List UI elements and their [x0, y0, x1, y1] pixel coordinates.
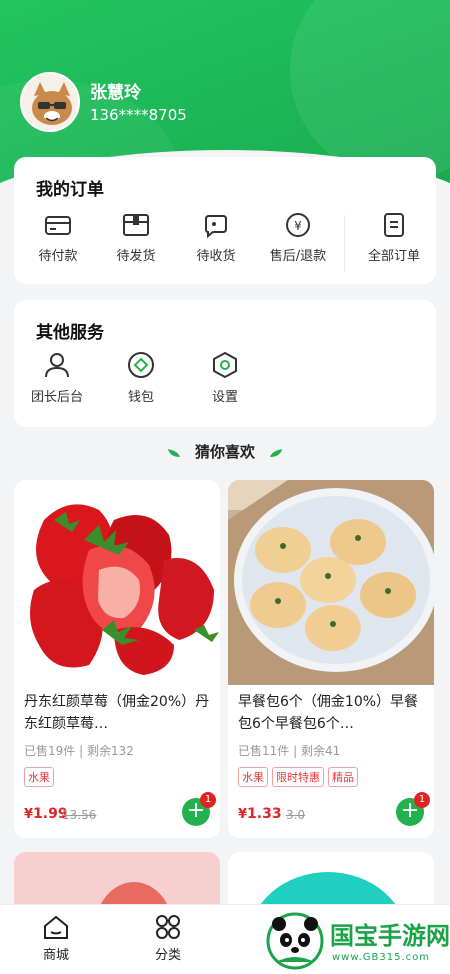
home-icon: [44, 915, 68, 939]
cart-count-badge: 1: [414, 792, 430, 808]
tab-category[interactable]: 分类: [128, 913, 208, 963]
product-tags: 水果: [24, 766, 58, 787]
panda-logo-icon: [266, 912, 324, 970]
order-pending-payment[interactable]: 待付款: [18, 211, 98, 264]
watermark-title: 国宝手游网: [330, 922, 450, 950]
order-item-label: 全部订单: [367, 249, 420, 264]
product-image-buns[interactable]: [228, 480, 434, 685]
box-icon: [123, 214, 149, 236]
order-pending-receipt[interactable]: 待收货: [176, 211, 256, 264]
refund-icon: ¥: [286, 213, 310, 237]
person-icon: [45, 353, 69, 378]
service-item-label: 团长后台: [30, 390, 83, 405]
product-sold-info: 已售19件 | 剩余132: [24, 744, 134, 758]
guess-section-title: 猜你喜欢: [0, 441, 450, 462]
user-phone: 136****8705: [90, 106, 187, 124]
product-tag: 精品: [328, 767, 358, 787]
watermark: 国宝手游网 www.GB315.com: [260, 908, 450, 974]
orders-title: 我的订单: [36, 180, 104, 200]
currency-symbol: ¥: [24, 807, 34, 822]
cart-count-badge: 1: [200, 792, 216, 808]
order-item-label: 待收货: [196, 249, 236, 264]
order-item-label: 待发货: [116, 249, 156, 264]
product-tag: 水果: [24, 767, 54, 787]
wallet-icon: [128, 352, 154, 378]
currency-symbol: ¥: [238, 807, 248, 822]
product-card[interactable]: 丹东红颜草莓（佣金20%）丹东红颜草莓… 已售19件 | 剩余132 水果 ¥1…: [14, 480, 220, 838]
orders-card: 我的订单 待付款 待发货 待收货 ¥ 售后/退款 全部订单: [14, 157, 436, 284]
order-item-label: 待付款: [38, 249, 78, 264]
list-icon: [384, 213, 404, 237]
product-tag: 限时特惠: [272, 767, 324, 787]
tab-mall[interactable]: 商城: [16, 913, 96, 963]
price-value: 1.33: [247, 806, 282, 822]
header-decoration: [290, 0, 450, 180]
services-card: 其他服务 团长后台 钱包 设置: [14, 300, 436, 427]
card-icon: [45, 216, 71, 235]
truck-icon: [205, 215, 227, 239]
product-name: 早餐包6个（佣金10%）早餐包6个早餐包6个…: [238, 694, 419, 732]
watermark-url: www.GB315.com: [332, 952, 431, 963]
services-title: 其他服务: [36, 323, 104, 343]
user-name: 张慧玲: [90, 83, 141, 103]
tab-label: 商城: [42, 948, 69, 963]
product-original-price: 13.56: [62, 808, 97, 822]
product-tags: 水果 限时特惠 精品: [238, 766, 362, 787]
avatar[interactable]: [20, 72, 80, 132]
service-item-label: 设置: [211, 390, 238, 405]
leaf-icon: [167, 448, 180, 457]
service-leader-backend[interactable]: 团长后台: [22, 350, 92, 405]
product-card[interactable]: 早餐包6个（佣金10%）早餐包6个早餐包6个… 已售11件 | 剩余41 水果限…: [228, 480, 434, 838]
settings-icon: [213, 351, 237, 379]
product-price: ¥1.33: [238, 806, 282, 822]
order-item-label: 售后/退款: [269, 249, 327, 264]
leaf-icon: [270, 448, 283, 457]
orders-divider: [344, 215, 345, 271]
order-pending-shipment[interactable]: 待发货: [96, 211, 176, 264]
order-all[interactable]: 全部订单: [354, 211, 434, 264]
product-name: 丹东红颜草莓（佣金20%）丹东红颜草莓…: [24, 694, 210, 732]
service-settings[interactable]: 设置: [190, 350, 260, 405]
service-wallet[interactable]: 钱包: [106, 350, 176, 405]
product-tag: 水果: [238, 767, 268, 787]
product-sold-info: 已售11件 | 剩余41: [238, 744, 341, 758]
guess-title: 猜你喜欢: [194, 443, 255, 461]
service-item-label: 钱包: [127, 390, 154, 405]
tab-label: 分类: [154, 948, 181, 963]
product-image-strawberry[interactable]: [14, 480, 220, 685]
grid-icon: [156, 915, 180, 939]
order-refund[interactable]: ¥ 售后/退款: [258, 211, 338, 264]
product-original-price: 3.0: [286, 808, 306, 822]
svg-text:¥: ¥: [294, 219, 302, 233]
